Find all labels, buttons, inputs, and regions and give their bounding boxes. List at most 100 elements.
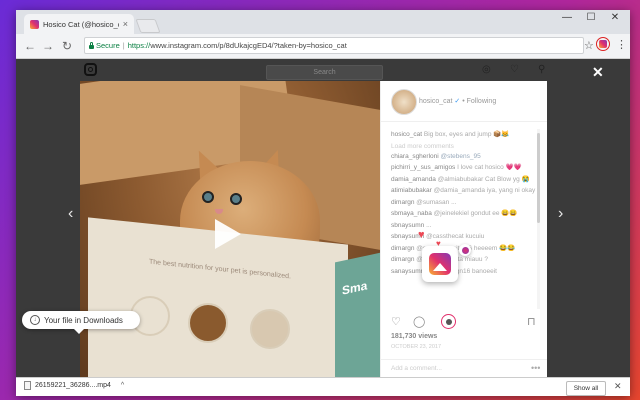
following-status[interactable]: • Following <box>462 98 496 105</box>
more-options-icon[interactable]: ••• <box>531 363 540 373</box>
comment-user[interactable]: sbnaysumn <box>391 222 424 229</box>
activity-heart-icon[interactable]: ♡ <box>510 64 519 75</box>
forward-icon[interactable]: → <box>42 39 54 53</box>
search-input[interactable]: Search <box>266 65 383 80</box>
list-item: sbnaysumn ... <box>391 222 537 231</box>
list-item: dimargn @sumasan ... <box>391 199 537 208</box>
close-modal-icon[interactable]: ✕ <box>592 65 604 79</box>
verified-badge-icon: ✓ <box>454 98 461 105</box>
play-icon[interactable] <box>215 219 241 249</box>
extension-image-icon <box>599 40 607 48</box>
previous-post-arrow-icon[interactable]: ‹ <box>68 205 73 223</box>
comment-user[interactable]: sbmaya_naba <box>391 210 432 217</box>
box-circle-2 <box>188 303 228 343</box>
caption-text: Big box, eyes and jump 📦😹 <box>423 131 510 138</box>
caption: hosico_cat Big box, eyes and jump 📦😹 <box>391 131 537 140</box>
download-shelf: 26159221_36286....mp4 ^ Show all ✕ <box>16 377 630 396</box>
close-window-button[interactable]: ✕ <box>604 12 626 23</box>
tooltip-text: Your file in Downloads <box>44 315 123 325</box>
box-circle-3 <box>250 309 290 349</box>
extension-image-popup[interactable] <box>422 246 458 282</box>
address-bar[interactable]: Secure | https:// www.instagram.com/p/8d… <box>84 37 584 54</box>
view-count: 181,730 views <box>391 333 438 340</box>
like-heart-icon[interactable]: ♡ <box>391 316 401 328</box>
browser-window: Hosico Cat (@hosico_cat) × — ☐ ✕ ← → ↻ S… <box>16 10 630 396</box>
search-placeholder: Search <box>313 69 336 76</box>
file-icon <box>24 381 31 390</box>
back-icon[interactable]: ← <box>24 39 36 53</box>
instagram-logo-icon[interactable] <box>84 63 97 76</box>
list-item: sbnaysumn @cassthecat kucuiu <box>391 233 537 242</box>
tab-close-icon[interactable]: × <box>123 19 128 29</box>
picture-icon <box>429 253 451 275</box>
maximize-button[interactable]: ☐ <box>580 12 602 23</box>
comment-text: @damia_amanda iya, yang ni okay <box>433 187 536 194</box>
download-button[interactable] <box>441 314 456 329</box>
download-item[interactable]: 26159221_36286....mp4 ^ <box>24 381 124 390</box>
lock-icon <box>89 41 94 49</box>
secure-label: Secure <box>96 41 120 50</box>
comment-bubble-icon[interactable]: ◯ <box>413 316 425 328</box>
new-tab-button[interactable] <box>135 19 161 33</box>
reload-icon[interactable]: ↻ <box>62 39 72 53</box>
browser-toolbar: ← → ↻ Secure | https:// www.instagram.co… <box>16 34 630 59</box>
load-more-comments[interactable]: Load more comments <box>391 143 537 150</box>
comment-user[interactable]: dimargn <box>391 256 414 263</box>
add-comment-input[interactable]: Add a comment... <box>391 365 442 372</box>
comment-user[interactable]: chiara_sgherloni <box>391 153 439 160</box>
comment-text: @jeinelekiel gondut ee 😄😄 <box>433 210 518 217</box>
downloads-tooltip: ↓ Your file in Downloads <box>22 311 140 334</box>
url-scheme: https:// <box>127 41 151 50</box>
browser-menu-icon[interactable]: ⋮ <box>616 38 627 51</box>
avatar[interactable] <box>391 89 417 115</box>
tab-instagram[interactable]: Hosico Cat (@hosico_cat) × <box>24 14 134 34</box>
list-item: sbmaya_naba @jeinelekiel gondut ee 😄😄 <box>391 210 537 219</box>
list-item: sanaysumnita @dimargn16 banoeeit <box>391 268 537 277</box>
url-text: www.instagram.com/p/8dUkajcgED4/?taken-b… <box>150 41 347 50</box>
comment-user[interactable]: pichirri_y_sus_amigos <box>391 164 455 171</box>
comment-text: @cassthecat kucuiu <box>426 233 485 240</box>
save-bookmark-icon[interactable]: ⊓ <box>527 316 536 328</box>
post-date: OCTOBER 23, 2017 <box>391 344 442 350</box>
comment-user[interactable]: damia_amanda <box>391 176 436 183</box>
close-shelf-icon[interactable]: ✕ <box>614 381 622 392</box>
profile-person-icon[interactable]: ⚲ <box>538 64 545 75</box>
extension-mini-badge[interactable] <box>459 244 471 256</box>
tab-strip: Hosico Cat (@hosico_cat) × — ☐ ✕ <box>16 10 630 34</box>
post-header: hosico_cat ✓ • Following <box>381 81 547 122</box>
comment-text: ... <box>426 221 432 229</box>
floating-heart-icon: ♥ <box>418 229 425 241</box>
comment-user[interactable]: dimargn <box>391 245 414 252</box>
comment-user[interactable]: dimargn <box>391 199 414 206</box>
secure-indicator[interactable]: Secure <box>89 41 120 50</box>
caption-user[interactable]: hosico_cat <box>391 131 422 138</box>
downloader-extension-button[interactable] <box>596 37 610 51</box>
minimize-button[interactable]: — <box>556 12 578 23</box>
author-username[interactable]: hosico_cat <box>419 98 452 105</box>
post-video[interactable]: The best nutrition for your pet is perso… <box>80 81 380 377</box>
instagram-page: Search ◎ ♡ ⚲ ✕ ‹ › The best nutrition fo… <box>16 59 630 377</box>
instagram-header: Search ◎ ♡ ⚲ <box>16 59 630 81</box>
comment-user[interactable]: atimiabubakar <box>391 187 432 194</box>
comment-text: @almiabubakar Cat Blow yg 😭 <box>437 175 530 183</box>
comments-scrollbar-thumb[interactable] <box>537 133 540 223</box>
url-separator: | <box>122 41 125 50</box>
tab-title: Hosico Cat (@hosico_cat) <box>43 19 119 29</box>
download-filename: 26159221_36286....mp4 <box>35 382 111 389</box>
show-all-button[interactable]: Show all <box>566 381 606 396</box>
chevron-up-icon[interactable]: ^ <box>121 382 124 389</box>
list-item: chiara_sgherloni @stebens_95 <box>391 153 537 162</box>
box-side-shape <box>335 249 380 377</box>
list-item: dimargn @sanaysumnita miauu ? <box>391 256 537 265</box>
next-post-arrow-icon[interactable]: › <box>558 205 563 223</box>
post-actions: ♡ ◯ ⊓ <box>391 314 537 330</box>
post-author: hosico_cat ✓ • Following <box>419 97 496 105</box>
comment-text: @stebens_95 <box>440 152 481 160</box>
explore-compass-icon[interactable]: ◎ <box>482 64 491 75</box>
list-item: pichirri_y_sus_amigos I love cat hosico … <box>391 164 537 173</box>
list-item: atimiabubakar @damia_amanda iya, yang ni… <box>391 187 537 196</box>
cat-eye-left <box>202 191 214 203</box>
bookmark-star-icon[interactable]: ☆ <box>584 39 594 52</box>
download-icon <box>445 318 452 325</box>
add-comment-area: Add a comment... ••• <box>381 359 547 377</box>
